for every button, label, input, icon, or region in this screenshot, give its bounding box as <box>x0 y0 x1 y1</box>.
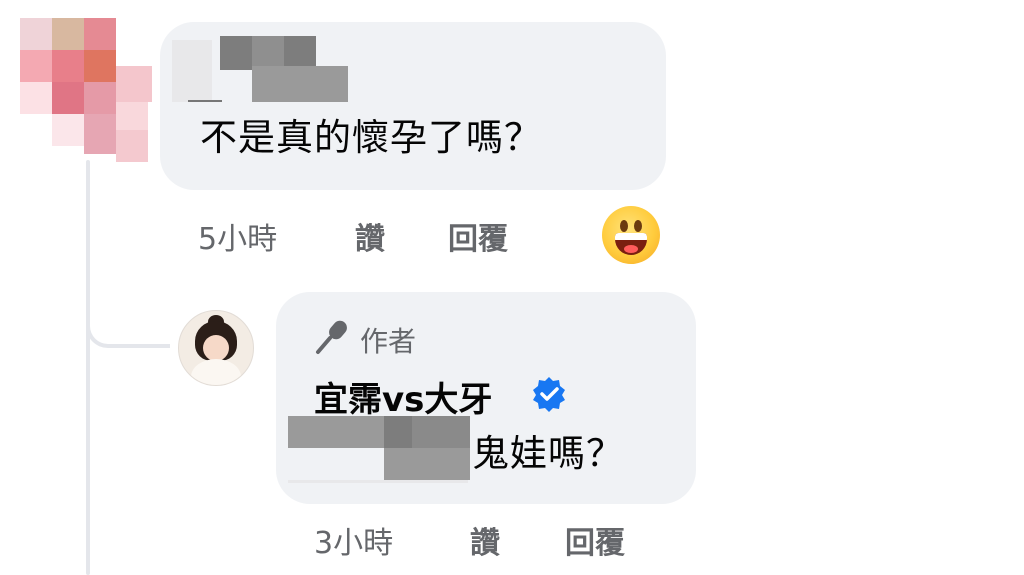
thread-connector <box>86 300 170 348</box>
author-name-link[interactable]: 宜霈vs大牙 <box>314 372 492 421</box>
reply-timestamp[interactable]: 3小時 <box>314 518 393 562</box>
like-button[interactable]: 讚 <box>355 214 385 258</box>
redacted-mention-block <box>384 448 470 480</box>
redacted-name-block <box>172 40 212 102</box>
redacted-name-block <box>220 36 252 70</box>
reply-text: 鬼娃嗎？ <box>472 432 624 475</box>
author-badge-label: 作者 <box>360 325 417 358</box>
reply-button[interactable]: 回覆 <box>448 214 508 258</box>
author-avatar[interactable] <box>178 310 254 386</box>
redacted-name-block <box>252 66 348 102</box>
like-button[interactable]: 讚 <box>470 518 500 562</box>
comment-bubble[interactable]: 不是真的懷孕了嗎？ <box>160 22 666 190</box>
reply-button[interactable]: 回覆 <box>565 518 625 562</box>
redacted-mention-block <box>288 480 468 483</box>
thread-line <box>86 160 90 575</box>
verified-badge-icon <box>533 377 565 412</box>
redacted-name-block <box>252 36 284 66</box>
redacted-name-block <box>188 100 222 102</box>
comment-text: 不是真的懷孕了嗎？ <box>200 116 542 159</box>
comment-timestamp[interactable]: 5小時 <box>198 214 277 258</box>
grinning-face-emoji-icon[interactable] <box>602 206 660 264</box>
commenter-avatar-pixelated[interactable] <box>20 18 160 168</box>
redacted-name-block <box>284 36 316 70</box>
microphone-icon <box>316 320 347 354</box>
